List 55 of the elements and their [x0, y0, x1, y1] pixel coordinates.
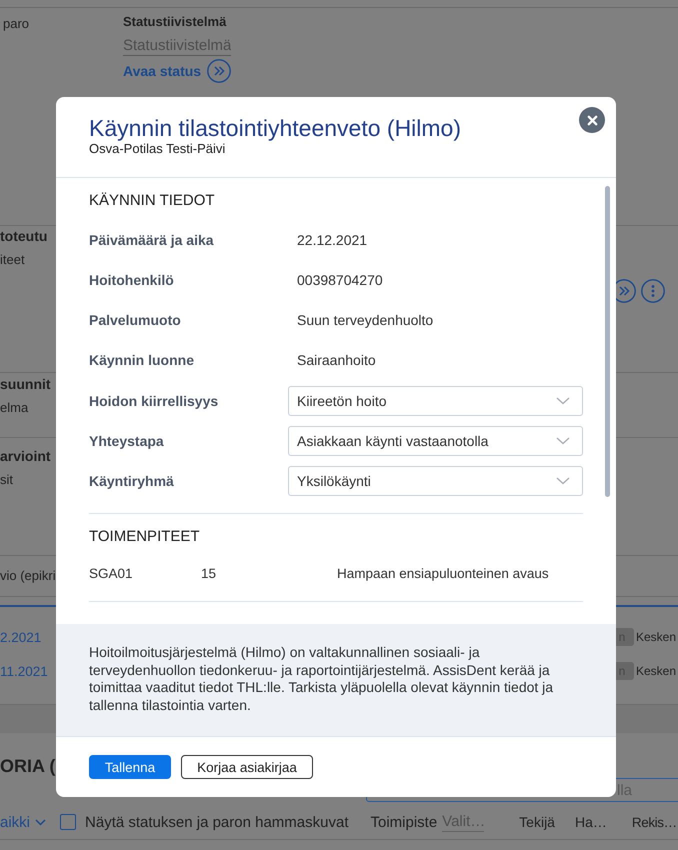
field-label: Käynnin luonne	[89, 352, 195, 368]
chevron-down-icon	[556, 397, 570, 405]
field-value: 22.12.2021	[296, 232, 368, 248]
column-header[interactable]: Rekis…	[632, 814, 677, 830]
checkbox[interactable]	[60, 814, 76, 830]
scrollbar-thumb[interactable]	[605, 186, 610, 497]
field-label: Hoitohenkilö	[89, 272, 175, 288]
save-button[interactable]: Tallenna	[89, 755, 171, 779]
field-label: Hoidon kiirrellisyys	[89, 393, 220, 409]
select-field[interactable]: Kiireetön hoito	[288, 386, 583, 416]
close-button[interactable]	[579, 107, 605, 133]
field-value: Suun terveydenhuolto	[296, 312, 434, 328]
field-label: Yhteystapa	[89, 433, 165, 449]
period-dropdown[interactable]: aikki	[0, 814, 46, 830]
section-title: toteutu	[0, 227, 48, 245]
filter-label: Toimipiste	[370, 814, 438, 830]
section-heading: KÄYNNIN TIEDOT	[89, 192, 216, 210]
dialog-subtitle: Osva-Potilas Testi-Päivi	[89, 141, 226, 157]
info-text: Hoitoilmoitusjärjestelmä (Hilmo) on valtakunnallinen sosiaali- ja terveydenhuollon tiedonkeruu- ja raportointijärjestelmä. AssisDent kerää ja toimittaa vaaditut tiedot THL:lle. Tarkista yläpuolella olevat käynnin tiedot ja tallenna tilastointia varten.	[89, 644, 554, 714]
edit-document-button[interactable]: Korjaa asiakirjaa	[181, 755, 313, 779]
more-options-icon[interactable]	[641, 279, 665, 303]
select-field[interactable]: Asiakkaan käynti vastaanotolla	[288, 426, 583, 456]
field-label: Päivämäärä ja aika	[89, 232, 215, 248]
chevron-down-icon	[556, 437, 570, 445]
section-heading: TOIMENPITEET	[89, 528, 201, 546]
section-title: suunnit	[0, 375, 51, 393]
chevron-down-icon	[556, 477, 570, 485]
close-icon	[586, 114, 598, 126]
procedure-code: SGA01	[89, 565, 134, 583]
procedure-count: 15	[201, 565, 218, 583]
visit-date-link[interactable]: 2.2021	[0, 630, 42, 644]
visit-status: Kesken	[636, 664, 676, 678]
section-subtitle: sit	[0, 472, 13, 488]
field-label: Palvelumuoto	[89, 312, 182, 328]
field-label: Käyntiryhmä	[89, 473, 175, 489]
column-header[interactable]: Tekijä	[519, 814, 555, 830]
section-heading: Statustiivistelmä	[123, 14, 226, 30]
dialog-title: Käynnin tilastointiyhteenveto (Hilmo)	[89, 115, 462, 141]
column-header[interactable]: Ha…	[574, 814, 607, 830]
double-chevron-icon	[207, 59, 232, 83]
section-subtitle: elma	[0, 400, 28, 416]
section-title: arvioint	[0, 447, 51, 465]
checkbox-label[interactable]: Näytä statuksen ja paron hammaskuvat	[85, 814, 348, 830]
caret-icon	[35, 818, 46, 826]
field-value: Sairaanhoito	[296, 352, 376, 368]
procedure-description: Hampaan ensiapuluonteinen avaus	[337, 565, 549, 583]
section-title: vio (epikri	[0, 567, 56, 585]
section-subtitle: iteet	[0, 252, 25, 268]
select-field[interactable]: Yksilökäynti	[288, 466, 583, 496]
history-heading: ORIA (	[0, 755, 56, 777]
field-value: 00398704270	[296, 272, 383, 288]
visit-status: Kesken	[636, 630, 676, 644]
open-status-link[interactable]: Avaa status	[123, 59, 232, 83]
section-label: paro	[3, 16, 30, 32]
visit-date-link[interactable]: 11.2021	[0, 664, 48, 678]
